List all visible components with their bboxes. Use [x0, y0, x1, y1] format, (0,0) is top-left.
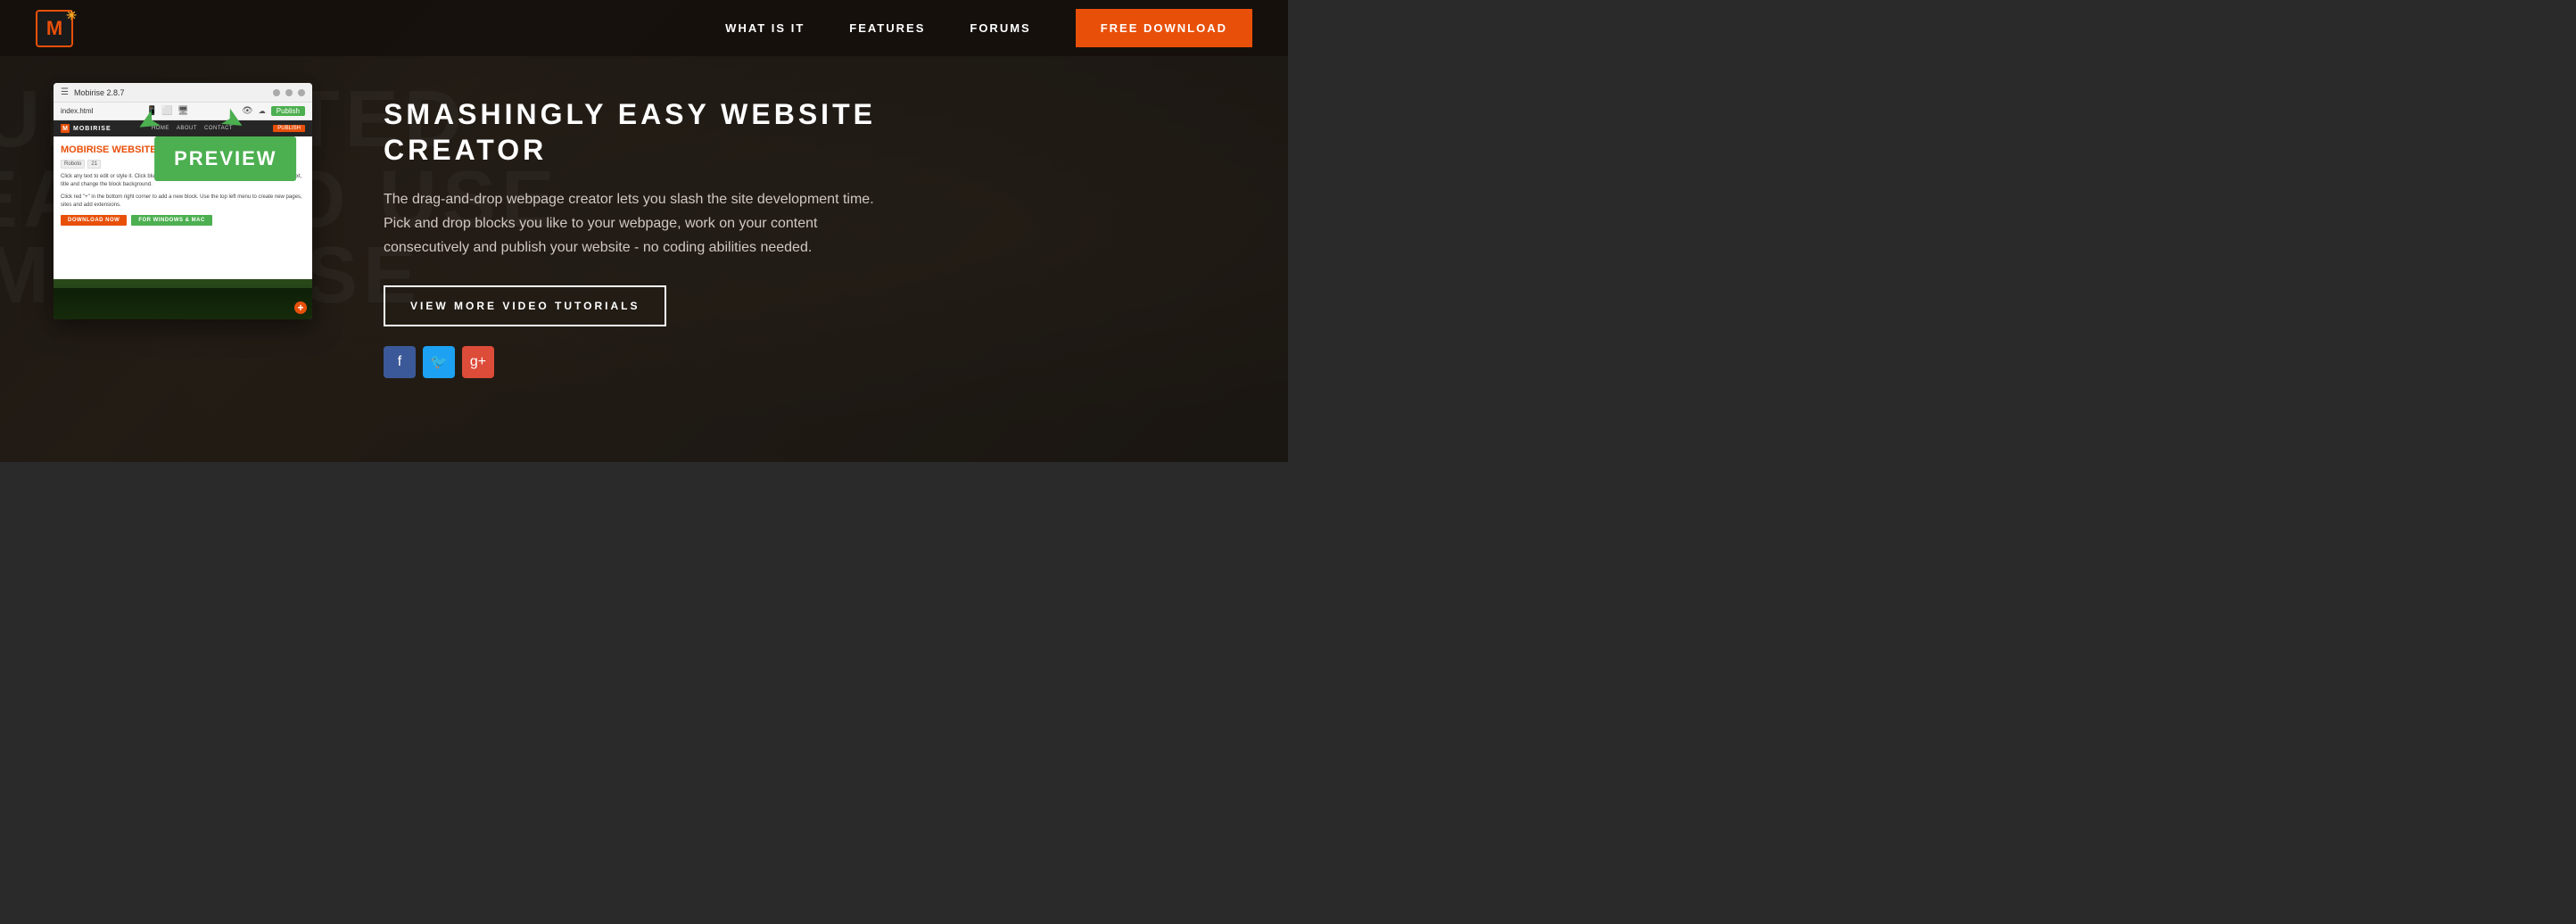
- main-heading-line2: CREATOR: [384, 134, 547, 166]
- logo-icon: M ✳: [36, 10, 73, 47]
- twitter-label: 🐦: [430, 353, 448, 371]
- screenshot-container: ☰ Mobirise 2.8.7 index.html 📱 ⬜ 🖥: [54, 83, 312, 319]
- facebook-icon[interactable]: f: [384, 346, 416, 378]
- main-description: The drag-and-drop webpage creator lets y…: [384, 187, 901, 260]
- right-content: SMASHINGLY EASY WEBSITE CREATOR The drag…: [366, 74, 1252, 378]
- titlebar-title: Mobirise 2.8.7: [74, 88, 125, 97]
- inner-logo-area: M MOBIRISE: [61, 124, 111, 133]
- inner-windows-mac-btn: FOR WINDOWS & MAC: [131, 215, 212, 226]
- google-plus-icon[interactable]: g+: [462, 346, 494, 378]
- footer-trees: [54, 288, 312, 319]
- toolbar-left: index.html: [61, 107, 93, 115]
- file-name: index.html: [61, 107, 93, 115]
- inner-publish-btn: PUBLISH: [273, 125, 305, 132]
- add-block-button[interactable]: +: [294, 301, 307, 314]
- preview-badge: PREVIEW: [154, 136, 296, 181]
- app-toolbar: index.html 📱 ⬜ 🖥 👁 ☁ Publish: [54, 103, 312, 120]
- tablet-device-icon[interactable]: ⬜: [161, 106, 172, 116]
- desktop-device-icon[interactable]: 🖥: [178, 106, 189, 116]
- window-maximize-btn[interactable]: [285, 89, 293, 96]
- free-download-button[interactable]: FREE DOWNLOAD: [1076, 9, 1252, 47]
- google-plus-label: g+: [470, 354, 486, 370]
- nav-link-features[interactable]: FEATURES: [849, 21, 925, 35]
- inner-logo-icon: M: [61, 124, 70, 133]
- navbar: M ✳ WHAT IS IT FEATURES FORUMS FREE DOWN…: [0, 0, 1288, 56]
- inner-buttons: DOWNLOAD NOW FOR WINDOWS & MAC: [61, 215, 305, 226]
- nav-link-forums[interactable]: FORUMS: [970, 21, 1030, 35]
- inner-download-btn: DOWNLOAD NOW: [61, 215, 127, 226]
- publish-button[interactable]: Publish: [271, 106, 305, 116]
- inner-font-select: Roboto: [61, 160, 85, 169]
- logo-spark-icon: ✳: [66, 8, 77, 23]
- app-window: ☰ Mobirise 2.8.7 index.html 📱 ⬜ 🖥: [54, 83, 312, 319]
- twitter-icon[interactable]: 🐦: [423, 346, 455, 378]
- cloud-icon: ☁: [259, 107, 266, 115]
- inner-footer-image: ▼ +: [54, 279, 312, 319]
- video-tutorials-button[interactable]: VIEW MORE VIDEO TUTORIALS: [384, 285, 666, 326]
- inner-brand: MOBIRISE: [73, 126, 111, 132]
- hamburger-icon[interactable]: ☰: [61, 87, 69, 97]
- facebook-label: f: [398, 354, 401, 370]
- window-minimize-btn[interactable]: [273, 89, 280, 96]
- nav-links: WHAT IS IT FEATURES FORUMS FREE DOWNLOAD: [725, 9, 1252, 47]
- window-close-btn[interactable]: [298, 89, 305, 96]
- inner-font-size: 21: [87, 160, 101, 169]
- logo-letter: M: [46, 17, 62, 40]
- app-titlebar: ☰ Mobirise 2.8.7: [54, 83, 312, 103]
- inner-text-2: Click red "+" in the bottom right corner…: [61, 194, 305, 210]
- toolbar-right: 👁 ☁ Publish: [242, 106, 305, 116]
- logo[interactable]: M ✳: [36, 10, 73, 47]
- nav-link-what-is-it[interactable]: WHAT IS IT: [725, 21, 805, 35]
- titlebar-left: ☰ Mobirise 2.8.7: [61, 87, 125, 97]
- main-heading-line1: SMASHINGLY EASY WEBSITE: [384, 98, 876, 130]
- main-content: ☰ Mobirise 2.8.7 index.html 📱 ⬜ 🖥: [0, 56, 1288, 462]
- titlebar-right: [273, 89, 305, 96]
- social-icons: f 🐦 g+: [384, 346, 1252, 378]
- main-heading: SMASHINGLY EASY WEBSITE CREATOR: [384, 96, 883, 168]
- inner-nav-about: ABOUT: [177, 126, 197, 131]
- inner-navbar: M MOBIRISE HOME ABOUT CONTACT PUBLISH: [54, 120, 312, 136]
